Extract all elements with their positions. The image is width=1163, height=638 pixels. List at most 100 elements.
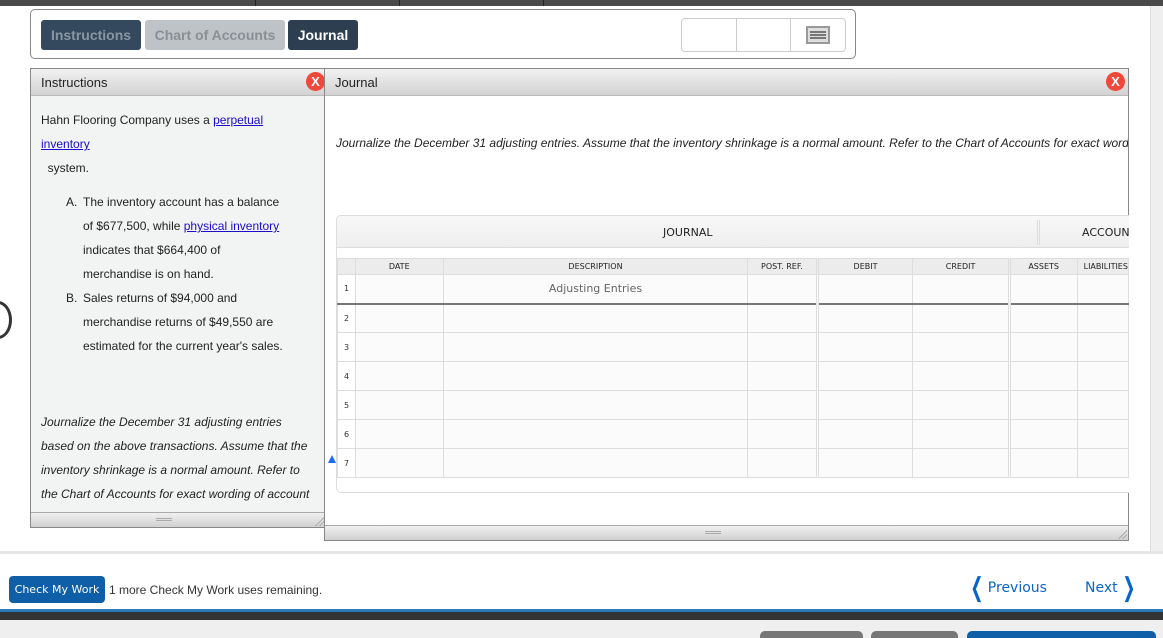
liabilities-cell[interactable] <box>1076 361 1129 391</box>
post-ref-cell[interactable] <box>747 303 818 333</box>
circle-icon <box>0 301 12 339</box>
footer-button[interactable] <box>871 631 958 638</box>
instructions-list: A. The inventory account has a balance o… <box>66 190 315 358</box>
tab-journal[interactable]: Journal <box>288 20 358 50</box>
resize-grip-icon[interactable] <box>156 518 172 521</box>
debit-cell[interactable] <box>815 361 914 391</box>
liabilities-cell[interactable] <box>1076 332 1129 362</box>
debit-cell[interactable] <box>815 332 914 362</box>
previous-button[interactable]: ❮ Previous <box>966 573 1047 603</box>
debit-cell[interactable] <box>815 303 914 333</box>
journal-table-group-header: JOURNAL ACCOUNTING EQUATION <box>337 216 1129 248</box>
instructions-panel-header[interactable]: Instructions X <box>31 69 325 96</box>
date-cell[interactable] <box>354 361 444 391</box>
date-cell[interactable] <box>354 332 444 362</box>
liabilities-cell[interactable] <box>1076 390 1129 420</box>
column-header-liabilities: LIABILITIES <box>1076 258 1129 275</box>
journal-table-container: JOURNAL ACCOUNTING EQUATION DATE DESCRIP… <box>336 215 1129 493</box>
close-journal-icon[interactable]: X <box>1106 72 1125 91</box>
column-header-assets: ASSETS <box>1007 258 1078 275</box>
description-cell[interactable] <box>442 390 749 420</box>
assets-cell[interactable] <box>1007 332 1078 362</box>
date-cell[interactable] <box>354 419 444 449</box>
instructions-panel: Instructions X Hahn Flooring Company use… <box>30 68 326 528</box>
journal-row: 2 <box>337 303 1129 333</box>
assets-cell[interactable] <box>1007 361 1078 391</box>
description-cell[interactable] <box>442 332 749 362</box>
journal-panel-footer <box>325 525 1128 540</box>
journal-panel-header[interactable]: Journal X <box>325 69 1128 96</box>
check-my-work-button[interactable]: Check My Work <box>9 576 105 603</box>
close-instructions-icon[interactable]: X <box>306 72 325 91</box>
footer-dark-bar <box>0 612 1163 620</box>
journal-instruction: Journalize the December 31 adjusting ent… <box>336 136 1128 150</box>
description-cell[interactable] <box>442 361 749 391</box>
description-cell[interactable] <box>442 303 749 333</box>
credit-cell[interactable] <box>912 390 1010 420</box>
journal-panel-title: Journal <box>335 75 378 90</box>
credit-cell[interactable] <box>912 448 1010 478</box>
tab-chart-of-accounts[interactable]: Chart of Accounts <box>145 20 285 50</box>
accounting-equation-group-label: ACCOUNTING EQUATION <box>1082 226 1129 239</box>
next-button[interactable]: Next ❯ <box>1085 573 1139 603</box>
post-ref-cell[interactable] <box>747 332 818 362</box>
column-header-credit: CREDIT <box>912 258 1010 275</box>
post-ref-cell[interactable] <box>747 390 818 420</box>
menu-button[interactable] <box>791 19 845 51</box>
top-window-bar <box>0 0 1163 6</box>
top-bar-divider <box>399 0 400 6</box>
physical-inventory-link[interactable]: physical inventory <box>184 219 279 233</box>
assets-cell[interactable] <box>1007 390 1078 420</box>
resize-grip-icon[interactable] <box>705 531 721 534</box>
date-cell[interactable] <box>354 274 444 305</box>
journal-row: 5 <box>337 390 1129 420</box>
date-cell[interactable] <box>354 448 444 478</box>
page-scrollbar[interactable] <box>1150 6 1163 551</box>
liabilities-cell[interactable] <box>1076 419 1129 449</box>
assets-cell[interactable] <box>1007 303 1078 333</box>
date-cell[interactable] <box>354 390 444 420</box>
liabilities-cell[interactable] <box>1076 303 1129 333</box>
debit-cell[interactable] <box>815 390 914 420</box>
credit-cell[interactable] <box>912 419 1010 449</box>
column-header-debit: DEBIT <box>815 258 914 275</box>
liabilities-cell[interactable] <box>1076 274 1129 305</box>
post-ref-cell[interactable] <box>747 419 818 449</box>
column-header-description: DESCRIPTION <box>442 258 749 275</box>
credit-cell[interactable] <box>912 303 1010 333</box>
resize-corner-icon[interactable] <box>314 516 324 526</box>
debit-cell[interactable] <box>815 448 914 478</box>
description-cell[interactable]: Adjusting Entries <box>442 274 749 305</box>
blank-tool-button[interactable] <box>737 19 792 51</box>
footer-button[interactable] <box>967 631 1156 638</box>
assets-cell[interactable] <box>1007 274 1078 305</box>
credit-cell[interactable] <box>912 361 1010 391</box>
post-ref-cell[interactable] <box>747 448 818 478</box>
row-number: 2 <box>337 303 356 333</box>
date-cell[interactable] <box>354 303 444 333</box>
tab-instructions[interactable]: Instructions <box>41 20 141 50</box>
credit-cell[interactable] <box>912 332 1010 362</box>
resize-corner-icon[interactable] <box>1117 529 1127 539</box>
blank-tool-button[interactable] <box>682 19 737 51</box>
description-cell[interactable] <box>442 419 749 449</box>
next-label: Next <box>1085 580 1118 596</box>
previous-label: Previous <box>987 580 1047 596</box>
instructions-intro: Hahn Flooring Company uses a perpetual i… <box>41 113 264 175</box>
journal-column-headers: DATE DESCRIPTION POST. REF. DEBIT CREDIT… <box>337 258 1129 275</box>
description-cell[interactable] <box>442 448 749 478</box>
assets-cell[interactable] <box>1007 448 1078 478</box>
journal-row: 7 <box>337 448 1129 478</box>
column-header-date: DATE <box>354 258 444 275</box>
credit-cell[interactable] <box>912 274 1010 305</box>
scroll-up-arrow-icon[interactable] <box>328 455 336 463</box>
assets-cell[interactable] <box>1007 419 1078 449</box>
debit-cell[interactable] <box>815 274 914 305</box>
liabilities-cell[interactable] <box>1076 448 1129 478</box>
instructions-body: Hahn Flooring Company uses a perpetual i… <box>31 96 325 530</box>
post-ref-cell[interactable] <box>747 361 818 391</box>
journal-table: DATE DESCRIPTION POST. REF. DEBIT CREDIT… <box>337 258 1129 478</box>
debit-cell[interactable] <box>815 419 914 449</box>
post-ref-cell[interactable] <box>747 274 818 305</box>
footer-button[interactable] <box>760 631 863 638</box>
